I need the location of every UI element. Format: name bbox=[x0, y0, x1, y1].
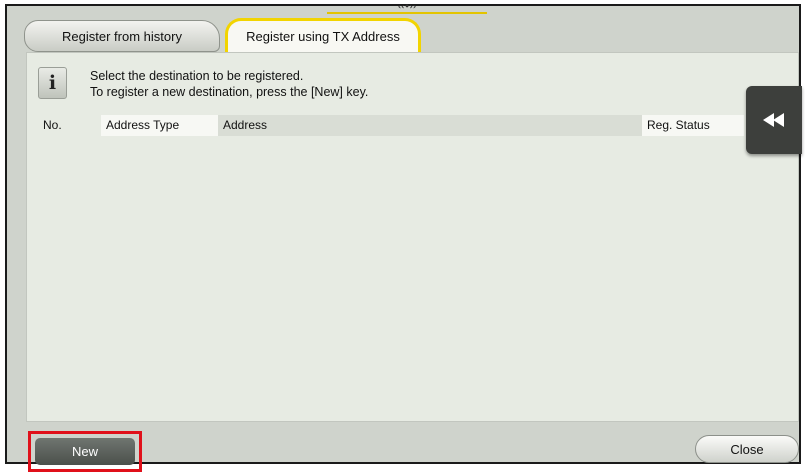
column-header-address[interactable]: Address bbox=[218, 115, 642, 136]
tab-register-from-history[interactable]: Register from history bbox=[24, 20, 220, 52]
drag-handle[interactable]: ‹‹•›› bbox=[327, 2, 487, 14]
new-button-highlight: New bbox=[28, 431, 142, 472]
double-left-arrow-icon bbox=[763, 113, 784, 127]
content-panel: i Select the destination to be registere… bbox=[26, 52, 799, 422]
tab-label: Register using TX Address bbox=[246, 29, 400, 44]
column-header-no[interactable]: No. bbox=[38, 115, 101, 136]
info-icon: i bbox=[38, 67, 67, 99]
table-header: No. Address Type Address Reg. Status bbox=[38, 115, 744, 136]
tab-register-using-tx-address[interactable]: Register using TX Address bbox=[225, 18, 421, 52]
collapse-panel-button[interactable] bbox=[746, 86, 802, 154]
drag-handle-icon: ‹‹•›› bbox=[397, 2, 417, 11]
close-button[interactable]: Close bbox=[695, 435, 799, 463]
dialog-frame: ‹‹•›› Register from history Register usi… bbox=[5, 2, 802, 472]
new-button[interactable]: New bbox=[35, 438, 135, 465]
instruction-line-2: To register a new destination, press the… bbox=[90, 85, 369, 99]
column-header-address-type[interactable]: Address Type bbox=[101, 115, 218, 136]
column-header-reg-status[interactable]: Reg. Status bbox=[642, 115, 744, 136]
tab-label: Register from history bbox=[62, 28, 182, 44]
instruction-line-1: Select the destination to be registered. bbox=[90, 69, 304, 83]
